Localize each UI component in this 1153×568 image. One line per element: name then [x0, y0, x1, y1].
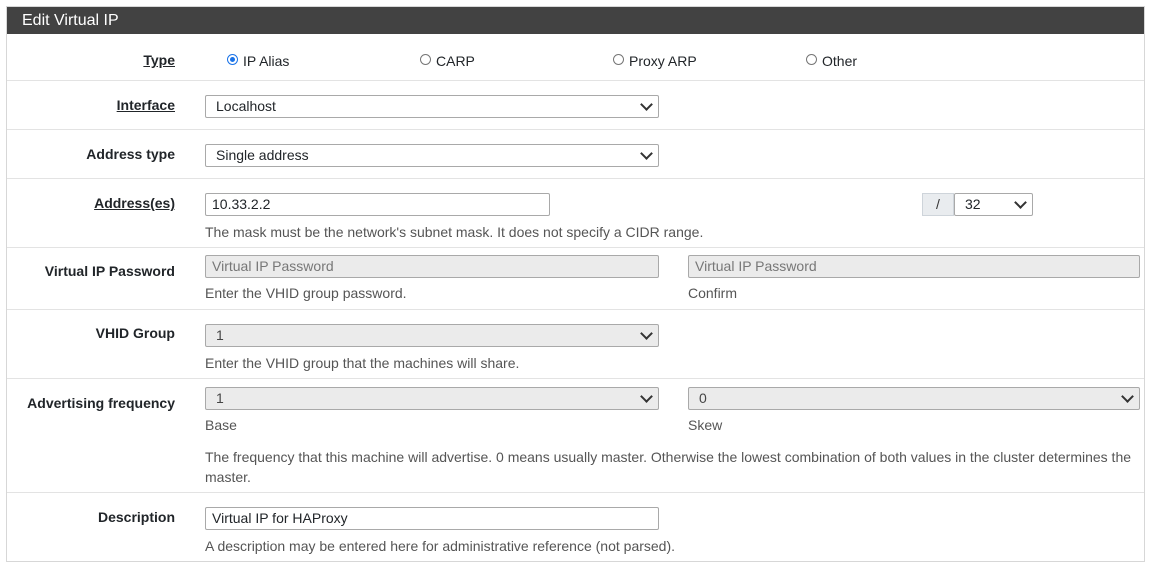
- adv-freq-skew-help: Skew: [688, 417, 723, 433]
- chevron-down-icon: [640, 327, 653, 340]
- edit-virtual-ip-panel: Edit Virtual IP Type IP Alias CARP Proxy…: [6, 6, 1145, 562]
- radio-carp-label: CARP: [436, 53, 475, 69]
- vip-password-help: Enter the VHID group password.: [205, 285, 407, 301]
- radio-proxy-arp-label: Proxy ARP: [629, 53, 697, 69]
- addresses-label: Address(es): [94, 195, 175, 211]
- vhid-group-label: VHID Group: [95, 325, 175, 341]
- address-type-row: Address type Single address: [7, 130, 1144, 179]
- interface-row: Interface Localhost: [7, 81, 1144, 130]
- radio-carp-button[interactable]: [420, 54, 431, 65]
- description-row: Description Virtual IP for HAProxy A des…: [7, 493, 1144, 561]
- addresses-row: Address(es) 10.33.2.2 / 32 The mask must…: [7, 179, 1144, 248]
- adv-freq-help: The frequency that this machine will adv…: [205, 449, 1132, 485]
- adv-freq-base-select[interactable]: 1: [205, 387, 659, 410]
- radio-other-button[interactable]: [806, 54, 817, 65]
- adv-freq-label: Advertising frequency: [27, 395, 175, 411]
- mask-select-value: 32: [965, 196, 981, 212]
- chevron-down-icon: [640, 390, 653, 403]
- interface-label: Interface: [116, 97, 175, 113]
- vhid-group-help: Enter the VHID group that the machines w…: [205, 355, 520, 371]
- description-help: A description may be entered here for ad…: [205, 538, 676, 554]
- vhid-group-select-value: 1: [216, 327, 224, 343]
- adv-freq-row: Advertising frequency 1 0 Base Skew The …: [7, 379, 1144, 493]
- vip-password-confirm-input[interactable]: Virtual IP Password: [688, 255, 1140, 278]
- address-type-label: Address type: [86, 146, 175, 162]
- description-label: Description: [97, 509, 175, 525]
- vip-password-row: Virtual IP Password Virtual IP Password …: [7, 248, 1144, 310]
- interface-select[interactable]: Localhost: [205, 95, 659, 118]
- type-label: Type: [143, 52, 175, 68]
- chevron-down-icon: [640, 147, 653, 160]
- radio-proxy-arp-button[interactable]: [613, 54, 624, 65]
- adv-freq-skew-select[interactable]: 0: [688, 387, 1140, 410]
- radio-ip-alias-button[interactable]: [227, 54, 238, 65]
- adv-freq-skew-value: 0: [699, 390, 707, 406]
- panel-title: Edit Virtual IP: [7, 7, 1144, 34]
- description-input[interactable]: Virtual IP for HAProxy: [205, 507, 659, 530]
- adv-freq-base-help: Base: [205, 417, 237, 433]
- vip-password-label: Virtual IP Password: [44, 263, 175, 279]
- vhid-group-row: VHID Group 1 Enter the VHID group that t…: [7, 310, 1144, 379]
- chevron-down-icon: [640, 98, 653, 111]
- address-type-select-value: Single address: [216, 147, 309, 163]
- vhid-group-select[interactable]: 1: [205, 324, 659, 347]
- type-row: Type IP Alias CARP Proxy ARP Other: [7, 34, 1144, 81]
- mask-select[interactable]: 32: [954, 193, 1033, 216]
- vip-password-confirm-help: Confirm: [688, 285, 738, 301]
- adv-freq-base-value: 1: [216, 390, 224, 406]
- radio-ip-alias-label: IP Alias: [243, 53, 290, 69]
- mask-slash-addon: /: [922, 193, 954, 216]
- addresses-help: The mask must be the network's subnet ma…: [205, 224, 704, 240]
- vip-password-input[interactable]: Virtual IP Password: [205, 255, 659, 278]
- chevron-down-icon: [1121, 390, 1134, 403]
- address-input[interactable]: 10.33.2.2: [205, 193, 550, 216]
- radio-other-label: Other: [822, 53, 858, 69]
- chevron-down-icon: [1014, 196, 1027, 209]
- interface-select-value: Localhost: [216, 98, 276, 114]
- address-type-select[interactable]: Single address: [205, 144, 659, 167]
